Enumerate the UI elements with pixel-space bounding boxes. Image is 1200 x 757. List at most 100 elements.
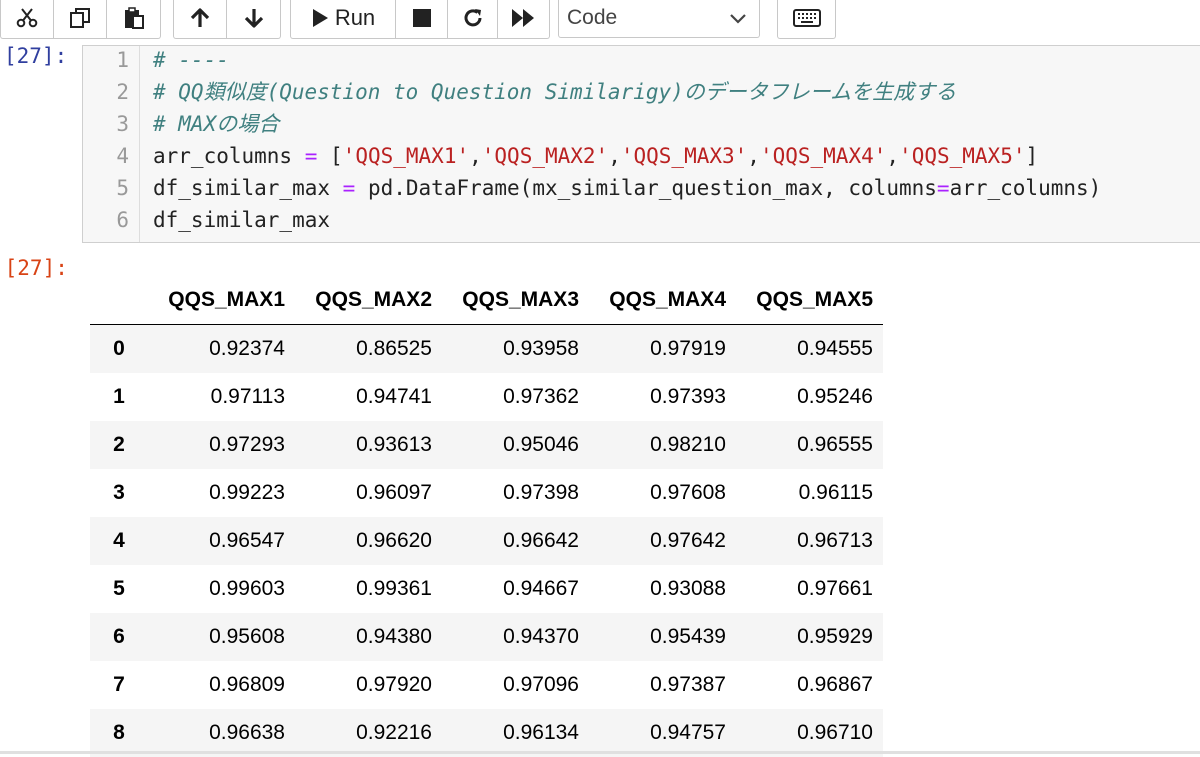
line-number-gutter: 1 2 3 4 5 6 <box>83 46 140 242</box>
run-label: Run <box>335 5 375 31</box>
input-prompt: [27]: <box>4 44 67 68</box>
table-cell: 0.94380 <box>295 613 442 661</box>
paste-icon <box>122 6 146 30</box>
table-cell: 0.97920 <box>295 661 442 709</box>
code-operator: = <box>343 176 356 200</box>
table-cell: 0.95439 <box>589 613 736 661</box>
keyboard-icon <box>793 9 821 27</box>
row-index: 6 <box>90 613 148 661</box>
column-header: QQS_MAX2 <box>295 276 442 325</box>
table-cell: 0.97387 <box>589 661 736 709</box>
paste-button[interactable] <box>107 0 160 38</box>
code-string: 'QQS_MAX5' <box>899 144 1025 168</box>
line-number: 5 <box>83 172 129 204</box>
code-token: , <box>747 144 760 168</box>
restart-button[interactable] <box>448 0 498 38</box>
table-cell: 0.95246 <box>736 373 883 421</box>
code-token: arr_columns <box>153 144 305 168</box>
table-cell: 0.93613 <box>295 421 442 469</box>
table-cell: 0.97393 <box>589 373 736 421</box>
row-index: 7 <box>90 661 148 709</box>
code-token: pd.DataFrame(mx_similar_question_max, co… <box>355 176 937 200</box>
table-cell: 0.93958 <box>442 325 589 374</box>
chevron-down-icon <box>729 10 747 29</box>
code-line-2: # QQ類似度(Question to Question Similarigy)… <box>153 76 956 108</box>
row-index: 3 <box>90 469 148 517</box>
code-string: 'QQS_MAX3' <box>621 144 747 168</box>
table-cell: 0.96134 <box>442 709 589 757</box>
keyboard-button-group <box>777 0 836 39</box>
table-cell: 0.94555 <box>736 325 883 374</box>
code-token: , <box>886 144 899 168</box>
cell-type-select[interactable]: Code <box>558 0 760 38</box>
move-up-icon <box>189 7 211 29</box>
table-cell: 0.96638 <box>148 709 295 757</box>
stop-button[interactable] <box>396 0 448 38</box>
code-operator: = <box>305 144 318 168</box>
table-cell: 0.99603 <box>148 565 295 613</box>
table-cell: 0.96809 <box>148 661 295 709</box>
table-cell: 0.97608 <box>589 469 736 517</box>
table-cell: 0.94667 <box>442 565 589 613</box>
table-cell: 0.99223 <box>148 469 295 517</box>
line-number: 2 <box>83 76 129 108</box>
code-token: [ <box>317 144 342 168</box>
row-index: 4 <box>90 517 148 565</box>
copy-button[interactable] <box>54 0 107 38</box>
line-number: 6 <box>83 204 129 236</box>
table-cell: 0.95046 <box>442 421 589 469</box>
table-cell: 0.94757 <box>589 709 736 757</box>
code-token: , <box>469 144 482 168</box>
table-cell: 0.96713 <box>736 517 883 565</box>
table-cell: 0.97919 <box>589 325 736 374</box>
code-line-1: # ---- <box>153 44 229 76</box>
move-down-icon <box>243 7 265 29</box>
command-palette-button[interactable] <box>778 0 835 38</box>
code-token: , <box>608 144 621 168</box>
code-line-5: df_similar_max = pd.DataFrame(mx_similar… <box>153 172 1101 204</box>
table-row: 60.956080.943800.943700.954390.95929 <box>90 613 883 661</box>
cut-button[interactable] <box>1 0 54 38</box>
table-cell: 0.96642 <box>442 517 589 565</box>
line-number: 1 <box>83 44 129 76</box>
table-cell: 0.97096 <box>442 661 589 709</box>
table-row: 50.996030.993610.946670.930880.97661 <box>90 565 883 613</box>
fast-forward-button[interactable] <box>498 0 549 38</box>
move-up-button[interactable] <box>174 0 227 38</box>
table-cell: 0.96867 <box>736 661 883 709</box>
table-cell: 0.95608 <box>148 613 295 661</box>
move-down-button[interactable] <box>227 0 280 38</box>
table-header-row: QQS_MAX1 QQS_MAX2 QQS_MAX3 QQS_MAX4 QQS_… <box>90 276 883 325</box>
code-line-4: arr_columns = ['QQS_MAX1','QQS_MAX2','QQ… <box>153 140 1038 172</box>
run-button[interactable]: Run <box>291 0 396 38</box>
table-row: 20.972930.936130.950460.982100.96555 <box>90 421 883 469</box>
table-cell: 0.93088 <box>589 565 736 613</box>
row-index: 2 <box>90 421 148 469</box>
table-cell: 0.99361 <box>295 565 442 613</box>
row-index: 5 <box>90 565 148 613</box>
row-index: 8 <box>90 709 148 757</box>
code-string: 'QQS_MAX4' <box>760 144 886 168</box>
column-header: QQS_MAX1 <box>148 276 295 325</box>
table-cell: 0.97362 <box>442 373 589 421</box>
output-prompt: :[27]: <box>0 256 68 280</box>
code-editor[interactable]: 1 2 3 4 5 6 # ---- # QQ類似度(Question to Q… <box>82 45 1200 243</box>
edit-button-group <box>0 0 161 39</box>
code-string: 'QQS_MAX2' <box>482 144 608 168</box>
table-cell: 0.96555 <box>736 421 883 469</box>
cut-icon <box>15 6 39 30</box>
table-cell: 0.92216 <box>295 709 442 757</box>
cell-type-value: Code <box>567 6 617 30</box>
row-index: 0 <box>90 325 148 374</box>
table-cell: 0.96547 <box>148 517 295 565</box>
table-cell: 0.86525 <box>295 325 442 374</box>
line-number: 3 <box>83 108 129 140</box>
code-line-6: df_similar_max <box>153 204 330 236</box>
column-header: QQS_MAX5 <box>736 276 883 325</box>
code-token: arr_columns) <box>950 176 1102 200</box>
table-row: 40.965470.966200.966420.976420.96713 <box>90 517 883 565</box>
table-cell: 0.97398 <box>442 469 589 517</box>
notebook-toolbar: Run Code <box>0 0 1200 46</box>
table-cell: 0.94370 <box>442 613 589 661</box>
table-body: 00.923740.865250.939580.979190.9455510.9… <box>90 325 883 757</box>
